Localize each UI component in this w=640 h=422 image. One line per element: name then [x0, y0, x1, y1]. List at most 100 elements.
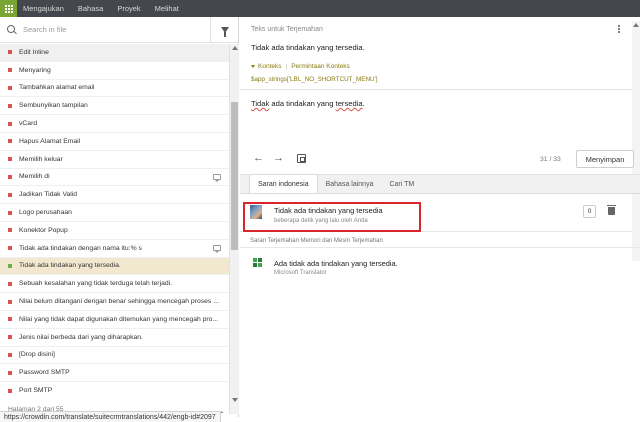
list-item[interactable]: Port SMTP: [0, 382, 229, 394]
menu-mengajukan[interactable]: Mengajukan: [23, 4, 64, 13]
list-item[interactable]: Password SMTP: [0, 364, 229, 383]
search-input[interactable]: [23, 25, 203, 34]
list-item[interactable]: Nilai yang tidak dapat digunakan ditemuk…: [0, 311, 229, 329]
menu-melihat[interactable]: Melihat: [155, 4, 179, 13]
untranslated-status-icon: [8, 246, 12, 251]
vote-count[interactable]: 0: [583, 205, 596, 218]
list-item[interactable]: Edit Inline: [0, 44, 229, 62]
list-item[interactable]: Konektor Popup: [0, 222, 229, 240]
untranslated-status-icon: [8, 388, 12, 393]
list-item[interactable]: Nilai belum ditangani dengan benar sehin…: [0, 293, 229, 311]
menu-proyek[interactable]: Proyek: [117, 4, 140, 13]
list-item-text: Tambahkan alamat email: [19, 84, 95, 92]
mt-suggestion-text[interactable]: Ada tidak ada tindakan yang tersedia.: [274, 259, 398, 268]
list-item-text: Logo perusahaan: [19, 209, 72, 217]
list-item[interactable]: Tidak ada tindakan yang tersedia.: [0, 257, 229, 276]
untranslated-status-icon: [8, 85, 12, 90]
apps-menu-button[interactable]: [0, 0, 17, 17]
request-context-link[interactable]: Permintaan Konteks: [291, 63, 350, 70]
search-icon: [7, 24, 17, 35]
scroll-thumb[interactable]: [231, 102, 238, 250]
top-navigation-bar: Mengajukan Bahasa Proyek Melihat: [0, 0, 640, 17]
status-url: https://crowdin.com/translate/suitecrmtr…: [4, 413, 216, 421]
list-item-text: Sembunyikan tampilan: [19, 102, 88, 110]
list-item[interactable]: vCard: [0, 115, 229, 133]
list-item-text: Konektor Popup: [19, 226, 68, 234]
scroll-down-arrow-icon[interactable]: [232, 398, 238, 402]
untranslated-status-icon: [8, 352, 12, 357]
strings-panel: Edit Inline Menyaring Tambahkan alamat ema…: [0, 17, 239, 417]
divider: [240, 89, 632, 90]
list-item-text: Hapus Alamat Email: [19, 137, 81, 145]
comment-icon[interactable]: [213, 173, 221, 182]
more-options-icon[interactable]: [618, 25, 620, 27]
untranslated-status-icon: [8, 228, 12, 233]
string-list-scrollbar[interactable]: [229, 44, 239, 414]
status-url-bar: https://crowdin.com/translate/suitecrmtr…: [0, 411, 221, 422]
list-item-text: Tidak ada tindakan dengan nama itu:% s: [19, 244, 142, 252]
microsoft-translator-icon: [253, 258, 263, 268]
save-button[interactable]: Menyimpan: [576, 150, 634, 168]
list-item-text: Nilai belum ditangani dengan benar sehin…: [19, 298, 219, 306]
untranslated-status-icon: [8, 281, 12, 286]
context-link[interactable]: Konteks: [258, 63, 282, 70]
tab-bahasa-lainnya[interactable]: Bahasa lainnya: [318, 175, 382, 193]
list-item-text: Nilai yang tidak dapat digunakan ditemuk…: [19, 315, 219, 323]
copy-source-icon[interactable]: [297, 154, 306, 163]
list-item[interactable]: Memilih di: [0, 169, 229, 187]
list-item-text: Memilih di: [19, 173, 50, 181]
translated-status-icon: [8, 263, 12, 268]
list-item-text: Port SMTP: [19, 387, 53, 394]
list-item-text: Jenis nilai berbeda dari yang diharapkan…: [19, 333, 143, 341]
list-item[interactable]: Memilih keluar: [0, 151, 229, 169]
list-item[interactable]: Sebuah kesalahan yang tidak terduga tela…: [0, 275, 229, 294]
untranslated-status-icon: [8, 121, 12, 126]
list-item-text: Memilih keluar: [19, 155, 63, 163]
context-row: Konteks | Permintaan Konteks: [251, 63, 350, 70]
source-header-label: Teks untuk Terjemahan: [251, 25, 323, 33]
caret-down-icon[interactable]: [251, 65, 255, 68]
list-item-text: Password SMTP: [19, 369, 70, 377]
untranslated-status-icon: [8, 335, 12, 340]
list-item-text: vCard: [19, 120, 38, 128]
editor-scrollbar[interactable]: [632, 21, 640, 261]
list-item[interactable]: Menyaring: [0, 62, 229, 80]
context-separator: |: [285, 63, 288, 70]
tm-section-label: Saran Terjemahan Memori dan Mesin Terjem…: [250, 238, 383, 244]
list-item[interactable]: Tidak ada tindakan dengan nama itu:% s: [0, 240, 229, 258]
next-string-arrow-icon[interactable]: →: [273, 152, 284, 164]
list-item[interactable]: Hapus Alamat Email: [0, 133, 229, 151]
translation-textarea[interactable]: Tidak ada tindakan yang tersedia.: [251, 99, 365, 108]
untranslated-status-icon: [8, 210, 12, 215]
suggestion-tabs: Saran indonesia Bahasa lainnya Cari TM: [240, 174, 640, 194]
filter-button[interactable]: [210, 17, 238, 43]
editor-panel: Teks untuk Terjemahan Tidak ada tindakan…: [240, 17, 640, 422]
previous-string-arrow-icon[interactable]: ←: [253, 152, 264, 164]
list-item[interactable]: Jenis nilai berbeda dari yang diharapkan…: [0, 329, 229, 347]
list-item[interactable]: Jadikan Tidak Valid: [0, 186, 229, 205]
comment-icon[interactable]: [213, 244, 221, 253]
suggestion-item[interactable]: Tidak ada tindakan yang tersedia beberap…: [240, 197, 632, 232]
list-item[interactable]: [Drop disini]: [0, 347, 229, 365]
list-item[interactable]: Logo perusahaan: [0, 204, 229, 222]
untranslated-status-icon: [8, 103, 12, 108]
apps-grid-icon: [4, 4, 13, 13]
suggestion-meta: beberapa detik yang lalu oleh Anda: [274, 218, 368, 224]
untranslated-status-icon: [8, 192, 12, 197]
menu-bahasa[interactable]: Bahasa: [78, 4, 103, 13]
untranslated-status-icon: [8, 317, 12, 322]
list-item-text: Edit Inline: [19, 48, 49, 56]
translation-end: .: [362, 99, 365, 108]
tab-cari-tm[interactable]: Cari TM: [381, 175, 422, 193]
list-item-text: Menyaring: [19, 66, 51, 74]
list-item[interactable]: Tambahkan alamat email: [0, 80, 229, 98]
delete-trash-icon[interactable]: [607, 205, 616, 215]
tab-saran-indonesia[interactable]: Saran indonesia: [249, 174, 318, 193]
scroll-up-arrow-icon[interactable]: [232, 46, 238, 50]
list-item-text: Tidak ada tindakan yang tersedia.: [19, 262, 121, 270]
untranslated-status-icon: [8, 68, 12, 73]
list-item[interactable]: Sembunyikan tampilan: [0, 97, 229, 116]
divider: [240, 247, 640, 248]
translation-word-1: Tidak: [251, 99, 270, 108]
user-avatar: [250, 205, 262, 219]
